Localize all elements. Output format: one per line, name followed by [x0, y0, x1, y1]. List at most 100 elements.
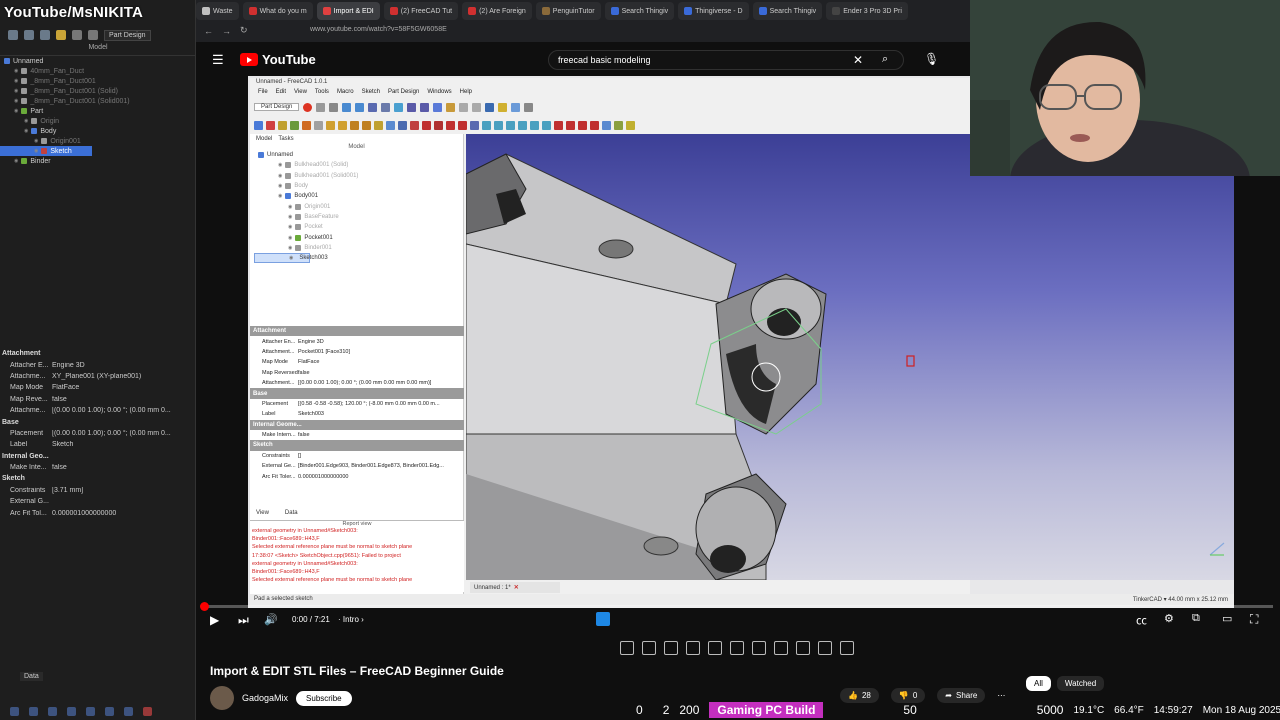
- next-icon[interactable]: ⏭: [238, 613, 249, 628]
- fullscreen-icon[interactable]: ⛶: [1250, 612, 1258, 627]
- save-icon[interactable]: [40, 30, 50, 40]
- property-value[interactable]: [(0.00 0.00 1.00); 0.00 °; (0.00 mm 0...: [52, 407, 172, 414]
- property-row[interactable]: Attacher En... Engine 3D: [250, 336, 464, 346]
- property-row[interactable]: Attacher E... Engine 3D: [0, 359, 172, 370]
- more-actions-icon[interactable]: ⋯: [997, 691, 1005, 700]
- taskbar-freecad-icon[interactable]: [143, 706, 152, 716]
- property-row[interactable]: Arc Fit Toler... 0.000001000000000: [250, 471, 464, 481]
- property-value[interactable]: Engine 3D: [52, 362, 172, 369]
- visibility-eye-icon[interactable]: ◉: [34, 138, 38, 144]
- taskbar-app-icon[interactable]: [29, 706, 38, 716]
- video-progress-bar[interactable]: [203, 605, 1273, 608]
- visibility-eye-icon[interactable]: ◉: [14, 158, 18, 164]
- visibility-eye-icon[interactable]: ◉: [24, 118, 28, 124]
- inner-tree-item[interactable]: ◉ Pocket: [254, 222, 463, 232]
- outer-data-tab[interactable]: Data: [20, 672, 43, 681]
- taskbar-app-icon[interactable]: [67, 706, 76, 716]
- property-value[interactable]: FlatFace: [52, 384, 172, 391]
- inner-tree-item[interactable]: ◉ Origin001: [254, 201, 463, 211]
- property-row[interactable]: Make Intern... false: [250, 430, 464, 440]
- miniplayer-icon[interactable]: ⧉: [1192, 612, 1200, 625]
- taskbar-app-icon[interactable]: [105, 706, 114, 716]
- inner-tree-item[interactable]: ◉ Binder001: [254, 243, 463, 253]
- property-row[interactable]: Attachme... [(0.00 0.00 1.00); 0.00 °; (0…: [0, 405, 172, 416]
- visibility-eye-icon[interactable]: ◉: [288, 235, 292, 241]
- settings-icon[interactable]: ⚙: [1164, 612, 1174, 625]
- browser-tab[interactable]: (2) FreeCAD Tut: [383, 2, 459, 20]
- property-row[interactable]: Map Reve... false: [0, 394, 172, 405]
- toolbar-icon-8[interactable]: [774, 641, 788, 655]
- property-value[interactable]: Sketch003: [298, 411, 464, 417]
- subscribe-button[interactable]: Subscribe: [296, 690, 352, 706]
- visibility-eye-icon[interactable]: ◉: [14, 108, 18, 114]
- filter-chip[interactable]: All: [1026, 676, 1051, 691]
- browser-tab[interactable]: (2) Are Foreign: [462, 2, 532, 20]
- property-value[interactable]: Engine 3D: [298, 339, 464, 345]
- visibility-eye-icon[interactable]: ◉: [288, 214, 292, 220]
- visibility-eye-icon[interactable]: ◉: [14, 98, 18, 104]
- outer-tree-item[interactable]: ◉ _8mm_Fan_Duct001 (Solid001): [0, 96, 196, 106]
- property-row[interactable]: Attachment... Pocket001 [Face310]: [250, 347, 464, 357]
- open-file-icon[interactable]: [24, 30, 34, 40]
- outer-tree-item[interactable]: ◉ Binder: [0, 156, 196, 166]
- browser-tab[interactable]: Waste: [196, 2, 239, 20]
- toolbar-icon-1[interactable]: [620, 641, 634, 655]
- browser-tab[interactable]: Search Thingiv: [604, 2, 675, 20]
- clear-search-icon[interactable]: ✕: [853, 53, 863, 67]
- outer-tree-item[interactable]: ◉ Origin: [0, 116, 196, 126]
- forward-icon[interactable]: →: [222, 26, 231, 36]
- browser-tab[interactable]: Import & EDI: [316, 2, 380, 20]
- property-value[interactable]: [(0.00 0.00 1.00); 0.00 °; (0.00 mm 0.00…: [298, 380, 464, 386]
- inner-tree-item[interactable]: ◉ Sketch003: [254, 252, 328, 264]
- property-value[interactable]: false: [52, 464, 172, 471]
- hamburger-menu-icon[interactable]: ☰: [212, 52, 224, 68]
- visibility-eye-icon[interactable]: ◉: [24, 128, 28, 134]
- taskbar-app-icon[interactable]: [48, 706, 57, 716]
- outer-tree-item[interactable]: ◉ _8mm_Fan_Duct001 (Solid): [0, 86, 196, 96]
- browser-tab[interactable]: PenguinTutor: [535, 2, 601, 20]
- undo-icon[interactable]: [56, 30, 66, 40]
- inner-tree-item[interactable]: ◉ BaseFeature: [254, 212, 463, 222]
- visibility-eye-icon[interactable]: ◉: [288, 245, 292, 251]
- inner-tree-item[interactable]: ◉ Pocket001: [254, 232, 463, 242]
- inner-tree-item[interactable]: Unnamed: [254, 150, 463, 160]
- property-value[interactable]: false: [298, 370, 464, 376]
- taskbar-app-icon[interactable]: [124, 706, 133, 716]
- property-value[interactable]: false: [298, 432, 464, 438]
- property-row[interactable]: Placement [(0.00 0.00 1.00); 0.00 °; (0.0…: [0, 428, 172, 439]
- toolbar-icon-10[interactable]: [818, 641, 832, 655]
- taskbar-app-icon[interactable]: [10, 706, 19, 716]
- property-value[interactable]: Pocket001 [Face310]: [298, 349, 464, 355]
- property-row[interactable]: External G...: [0, 496, 172, 507]
- toolbar-icon-4[interactable]: [686, 641, 700, 655]
- outer-tree-item[interactable]: ◉ Sketch: [0, 146, 92, 156]
- inner-tree-item[interactable]: ◉ Bulkhead001 (Solid): [254, 160, 463, 170]
- toolbar-icon-6[interactable]: [730, 641, 744, 655]
- chapter-label[interactable]: · Intro ›: [338, 615, 364, 624]
- property-row[interactable]: Constraints []: [250, 451, 464, 461]
- visibility-eye-icon[interactable]: ◉: [278, 162, 282, 168]
- workbench-selector[interactable]: Part Design: [104, 29, 151, 41]
- toolbar-icon-2[interactable]: [642, 641, 656, 655]
- url-text[interactable]: www.youtube.com/watch?v=58F5GW6058E: [310, 26, 910, 39]
- property-row[interactable]: Attachment... [(0.00 0.00 1.00); 0.00 °; …: [250, 378, 464, 388]
- volume-icon[interactable]: 🔊: [264, 613, 278, 626]
- outer-tree-item[interactable]: ◉ _8mm_Fan_Duct001: [0, 76, 196, 86]
- property-value[interactable]: 0.000001000000000: [52, 510, 172, 517]
- visibility-eye-icon[interactable]: ◉: [14, 88, 18, 94]
- filter-chip[interactable]: Watched: [1056, 676, 1105, 691]
- refresh-icon[interactable]: [88, 30, 98, 40]
- toolbar-icon-9[interactable]: [796, 641, 810, 655]
- outer-tree-item[interactable]: Unnamed: [0, 56, 196, 66]
- reload-icon[interactable]: ↻: [240, 25, 248, 36]
- property-value[interactable]: FlatFace: [298, 359, 464, 365]
- property-value[interactable]: [Binder001.Edge903, Binder001.Edge873, B…: [298, 463, 464, 469]
- search-icon[interactable]: ⌕: [882, 53, 888, 66]
- visibility-eye-icon[interactable]: ◉: [289, 255, 293, 261]
- property-row[interactable]: Label Sketch003: [250, 409, 464, 419]
- property-value[interactable]: [(0.58 -0.58 -0.58); 120.00 °; (-8.00 mm…: [298, 401, 464, 407]
- microphone-icon[interactable]: 🎙: [924, 52, 939, 66]
- outer-tree-item[interactable]: ◉ 40mm_Fan_Duct: [0, 66, 196, 76]
- outer-tree-item[interactable]: ◉ Origin001: [0, 136, 196, 146]
- play-icon[interactable]: ▶: [210, 613, 219, 627]
